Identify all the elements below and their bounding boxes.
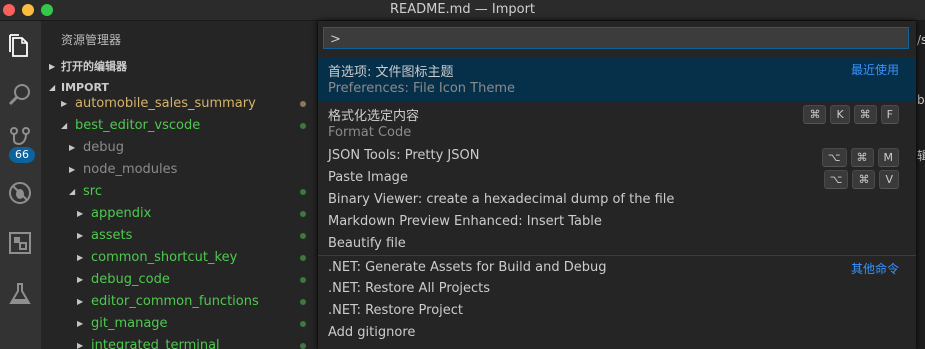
tree-item-label: automobile_sales_summary bbox=[75, 96, 256, 111]
palette-item[interactable]: .NET: Generate Assets for Build and Debu… bbox=[318, 255, 916, 278]
editor-text-fragment: /s bbox=[917, 33, 925, 47]
palette-item[interactable]: Binary Viewer: create a hexadecimal dump… bbox=[318, 189, 916, 211]
chevron-right-icon: ▶ bbox=[69, 165, 76, 174]
command-input-box bbox=[323, 27, 909, 50]
palette-item[interactable]: Add gitignore bbox=[318, 322, 916, 344]
git-status-dot bbox=[300, 321, 306, 327]
git-status-dot bbox=[300, 255, 306, 261]
chevron-right-icon: ▶ bbox=[61, 99, 68, 108]
command-input[interactable] bbox=[324, 29, 890, 50]
explorer-sidebar: 资源管理器 ▶ 打开的编辑器 ◢ IMPORT ▶ automobile_sale… bbox=[41, 21, 317, 349]
tree-item-label: integrated_terminal bbox=[91, 338, 220, 349]
tree-item[interactable]: ▶ appendix bbox=[41, 203, 317, 225]
tree-item[interactable]: ▶ editor_common_functions bbox=[41, 291, 317, 313]
git-status-dot bbox=[300, 277, 306, 283]
git-status-dot bbox=[300, 343, 306, 349]
tree-item[interactable]: ▶ git_manage bbox=[41, 313, 317, 335]
palette-item[interactable]: Beautify file bbox=[318, 233, 916, 255]
scm-badge: 66 bbox=[9, 147, 35, 163]
chevron-right-icon: ▶ bbox=[69, 143, 76, 152]
window-title: README.md — Import bbox=[389, 2, 536, 17]
tree-item-label: debug_code bbox=[91, 272, 170, 287]
palette-item[interactable]: 格式化选定内容 Format Code ⌘ K ⌘ F bbox=[318, 101, 916, 145]
palette-item[interactable]: 首选项: 文件图标主题 Preferences: File Icon Theme… bbox=[318, 57, 916, 101]
palette-item[interactable]: .NET: Restore All Projects bbox=[318, 278, 916, 300]
editor-text-fragment: 辑 bbox=[917, 149, 925, 163]
debug-icon[interactable] bbox=[4, 177, 36, 209]
palette-item[interactable]: .NET: Restore Project bbox=[318, 300, 916, 322]
git-status-dot bbox=[300, 101, 306, 107]
editor-text-fragment: b bbox=[917, 93, 925, 107]
tree-item[interactable]: ▶ debug_code bbox=[41, 269, 317, 291]
tree-item[interactable]: ◢ best_editor_vscode bbox=[41, 115, 317, 137]
chevron-right-icon: ▶ bbox=[77, 209, 84, 218]
tree-item[interactable]: ◢ src bbox=[41, 181, 317, 203]
tree-item-label: node_modules bbox=[83, 162, 178, 177]
recently-used-label: 最近使用 bbox=[850, 63, 899, 77]
chevron-right-icon: ▶ bbox=[77, 253, 84, 262]
keybinding: ⌥ ⌘ M bbox=[821, 148, 899, 167]
git-status-dot bbox=[300, 233, 306, 239]
files-icon[interactable] bbox=[4, 30, 36, 62]
open-editors-section[interactable]: ▶ 打开的编辑器 bbox=[41, 56, 317, 78]
title-bar: README.md — Import bbox=[0, 0, 925, 21]
chevron-right-icon: ▶ bbox=[77, 319, 84, 328]
chevron-right-icon: ▶ bbox=[77, 341, 84, 349]
tree-item-label: editor_common_functions bbox=[91, 294, 259, 309]
keybinding: ⌘ K ⌘ F bbox=[803, 105, 899, 124]
palette-item[interactable]: JSON Tools: Pretty JSON ⌥ ⌘ M bbox=[318, 145, 916, 167]
tree-item-label: assets bbox=[91, 228, 133, 243]
activity-bar: 66 bbox=[0, 21, 41, 349]
keybinding: ⌥ ⌘ V bbox=[823, 170, 899, 189]
chevron-right-icon: ▶ bbox=[77, 231, 84, 240]
chevron-right-icon: ▶ bbox=[77, 275, 84, 284]
git-status-dot bbox=[300, 299, 306, 305]
tree-item[interactable]: ▶ assets bbox=[41, 225, 317, 247]
tree-item-label: src bbox=[83, 184, 102, 199]
tree-item-label: git_manage bbox=[91, 316, 168, 331]
tree-item-label: debug bbox=[83, 140, 124, 155]
tree-item[interactable]: ▶ automobile_sales_summary bbox=[41, 93, 317, 115]
palette-item[interactable]: Markdown Preview Enhanced: Insert Table bbox=[318, 211, 916, 233]
extensions-icon[interactable] bbox=[4, 227, 36, 259]
palette-item[interactable]: Paste Image ⌥ ⌘ V bbox=[318, 167, 916, 189]
tree-item-label: best_editor_vscode bbox=[75, 118, 201, 133]
chevron-right-icon: ▶ bbox=[49, 62, 56, 71]
other-commands-label: 其他命令 bbox=[850, 262, 899, 276]
tree-item[interactable]: ▶ node_modules bbox=[41, 159, 317, 181]
command-palette: 首选项: 文件图标主题 Preferences: File Icon Theme… bbox=[318, 21, 916, 349]
chevron-down-icon: ◢ bbox=[69, 187, 76, 196]
explorer-title: 资源管理器 bbox=[61, 33, 122, 47]
flask-icon[interactable] bbox=[4, 278, 36, 310]
chevron-down-icon: ◢ bbox=[61, 121, 68, 130]
git-status-dot bbox=[300, 123, 306, 129]
git-status-dot bbox=[300, 211, 306, 217]
tree-item[interactable]: ▶ integrated_terminal bbox=[41, 335, 317, 349]
git-status-dot bbox=[300, 189, 306, 195]
tree-item[interactable]: ▶ common_shortcut_key bbox=[41, 247, 317, 269]
tree-item-label: common_shortcut_key bbox=[91, 250, 238, 265]
tree-item[interactable]: ▶ debug bbox=[41, 137, 317, 159]
search-icon[interactable] bbox=[4, 79, 36, 111]
tree-item-label: appendix bbox=[91, 206, 152, 221]
chevron-right-icon: ▶ bbox=[77, 297, 84, 306]
